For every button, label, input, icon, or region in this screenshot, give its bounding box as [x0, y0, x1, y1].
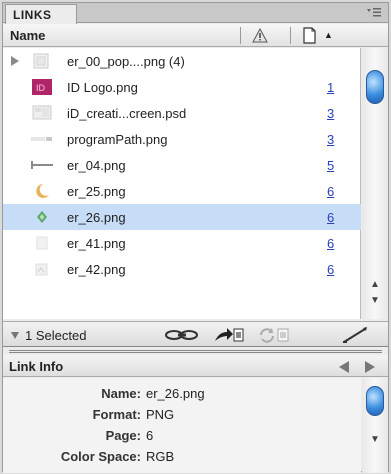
list-item[interactable]: ID ID Logo.png 1 [3, 74, 361, 100]
scroll-thumb[interactable] [366, 70, 384, 104]
link-page[interactable]: 1 [327, 80, 334, 95]
list-item-selected[interactable]: er_26.png 6 [3, 204, 361, 230]
scroll-up-icon[interactable]: ▲ [366, 278, 384, 292]
links-list: er_00_pop....png (4) ID ID Logo.png 1 iD… [3, 48, 361, 319]
list-item[interactable]: iD_creati...creen.psd 3 [3, 100, 361, 126]
tab-links[interactable]: LINKS [5, 4, 77, 24]
column-header: Name ▲ [3, 24, 388, 47]
selection-count: 1 Selected [25, 328, 87, 343]
link-info-title[interactable]: Link Info [9, 359, 63, 374]
tab-bar: LINKS [3, 3, 388, 24]
svg-text:ID: ID [36, 83, 46, 93]
previous-link-icon[interactable] [339, 361, 349, 373]
update-link-icon[interactable] [257, 326, 291, 344]
column-separator [290, 27, 291, 44]
id-logo-thumbnail-icon: ID [31, 78, 53, 96]
screen-thumbnail-icon [31, 104, 53, 122]
info-key: Page: [105, 428, 141, 443]
panel-menu-icon[interactable] [366, 6, 382, 18]
faint-thumbnail-icon [31, 260, 53, 278]
status-bar: 1 Selected [3, 321, 388, 347]
sort-ascending-icon[interactable]: ▲ [324, 30, 333, 40]
info-value: RGB [146, 449, 175, 464]
info-value: PNG [146, 407, 175, 422]
info-scroll-thumb[interactable] [366, 386, 384, 416]
info-key: Format: [92, 407, 141, 422]
scroll-down-icon[interactable]: ▼ [366, 294, 384, 308]
path-thumbnail-icon [31, 130, 53, 148]
list-item[interactable]: er_00_pop....png (4) [3, 48, 361, 74]
link-name: er_00_pop....png (4) [67, 54, 185, 69]
column-separator [240, 27, 241, 44]
link-name: er_41.png [67, 236, 126, 251]
info-key: Name: [101, 386, 141, 401]
column-name[interactable]: Name [10, 28, 45, 43]
link-name: er_26.png [67, 210, 126, 225]
link-name: er_42.png [67, 262, 126, 277]
info-row-page: Page: 6 [3, 426, 361, 446]
line-thumbnail-icon [31, 156, 53, 174]
edit-original-icon[interactable] [341, 326, 369, 344]
diamond-thumbnail-icon [31, 208, 53, 226]
panel-splitter[interactable] [9, 350, 382, 353]
expand-triangle-icon[interactable] [11, 56, 19, 66]
info-key: Color Space: [60, 449, 141, 464]
warning-icon[interactable] [252, 27, 268, 43]
list-item[interactable]: programPath.png 3 [3, 126, 361, 152]
info-row-format: Format: PNG [3, 405, 361, 425]
list-item[interactable]: er_41.png 6 [3, 230, 361, 256]
group-thumbnail-icon [31, 52, 53, 70]
next-link-icon[interactable] [365, 361, 375, 373]
info-value: er_26.png [146, 386, 205, 401]
link-page[interactable]: 5 [327, 158, 334, 173]
link-name: ID Logo.png [67, 80, 138, 95]
link-page[interactable]: 6 [327, 210, 334, 225]
faint-thumbnail-icon [31, 234, 53, 252]
link-info-header: Link Info [3, 355, 388, 377]
moon-thumbnail-icon [31, 182, 53, 200]
list-item[interactable]: er_04.png 5 [3, 152, 361, 178]
link-name: er_25.png [67, 184, 126, 199]
links-panel: LINKS Name ▲ er_00_pop....png (4) ID ID … [2, 2, 389, 473]
link-name: programPath.png [67, 132, 168, 147]
list-item[interactable]: er_25.png 6 [3, 178, 361, 204]
info-row-name: Name: er_26.png [3, 384, 361, 404]
info-scrollbar[interactable]: ▼ [362, 378, 388, 473]
link-page[interactable]: 3 [327, 132, 334, 147]
info-scroll-down-icon[interactable]: ▼ [366, 433, 384, 447]
link-page[interactable]: 6 [327, 236, 334, 251]
relink-icon[interactable] [165, 326, 199, 344]
link-page[interactable]: 3 [327, 106, 334, 121]
collapse-triangle-icon[interactable] [11, 332, 19, 339]
link-page[interactable]: 6 [327, 262, 334, 277]
info-row-color-space: Color Space: RGB [3, 447, 361, 467]
list-item[interactable]: er_42.png 6 [3, 256, 361, 282]
link-name: iD_creati...creen.psd [67, 106, 187, 121]
info-value: 6 [146, 428, 154, 443]
link-page[interactable]: 6 [327, 184, 334, 199]
page-icon[interactable] [303, 27, 316, 44]
go-to-link-icon[interactable] [213, 326, 245, 344]
list-scrollbar[interactable]: ▲ ▼ [362, 48, 388, 319]
link-info-body: Name: er_26.png Format: PNG Page: 6 Colo… [3, 378, 361, 473]
link-name: er_04.png [67, 158, 126, 173]
